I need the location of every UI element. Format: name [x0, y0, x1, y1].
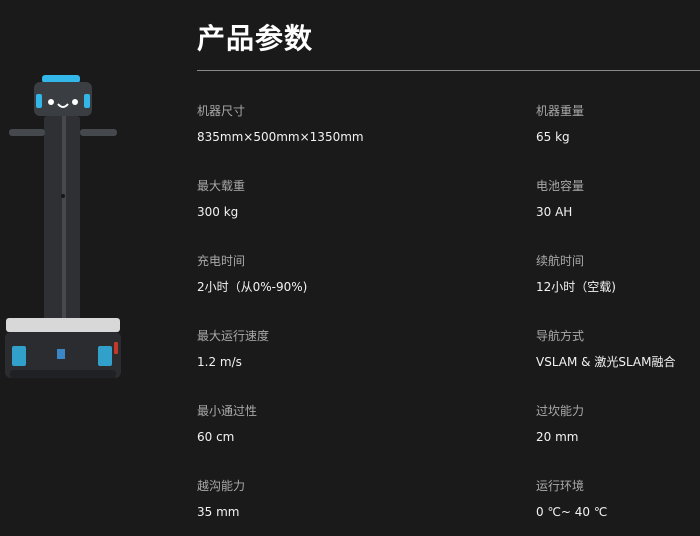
spec-item-max-speed: 最大运行速度 1.2 m/s [197, 329, 269, 369]
title-divider [197, 70, 700, 71]
spec-value: VSLAM & 激光SLAM融合 [536, 355, 676, 369]
spec-value: 0 ℃~ 40 ℃ [536, 505, 608, 519]
spec-item-min-passage: 最小通过性 60 cm [197, 404, 257, 444]
spec-item-navigation: 导航方式 VSLAM & 激光SLAM融合 [536, 329, 675, 369]
spec-item-endurance: 续航时间 12小时（空载) [536, 254, 616, 294]
left-eye [48, 99, 54, 105]
spec-item-gap-crossing: 越沟能力 35 mm [197, 479, 245, 519]
head-light [42, 75, 80, 83]
spec-value: 300 kg [197, 205, 239, 219]
spec-value: 35 mm [197, 505, 240, 519]
spec-value: 60 cm [197, 430, 235, 444]
right-handle [80, 129, 117, 136]
spec-item-operating-environment: 运行环境 0 ℃~ 40 ℃ [536, 479, 607, 519]
spec-label: 过坎能力 [536, 404, 585, 418]
left-handle [9, 129, 45, 136]
spec-label: 越沟能力 [197, 479, 246, 493]
spec-label: 导航方式 [536, 329, 585, 343]
spec-label: 充电时间 [197, 254, 246, 268]
spec-label: 最大载重 [197, 179, 246, 193]
spec-value: 20 mm [536, 430, 579, 444]
spec-label: 最小通过性 [197, 404, 258, 418]
spec-value: 2小时（从0%-90%) [197, 280, 308, 294]
spec-value: 12小时（空载) [536, 280, 616, 294]
spec-label: 电池容量 [536, 179, 585, 193]
spec-value: 1.2 m/s [197, 355, 242, 369]
spec-item-charging-time: 充电时间 2小时（从0%-90%) [197, 254, 307, 294]
spec-value: 30 AH [536, 205, 573, 219]
spec-item-machine-size: 机器尺寸 835mm×500mm×1350mm [197, 104, 364, 144]
robot-tray [6, 318, 120, 332]
spec-item-threshold-climb: 过坎能力 20 mm [536, 404, 584, 444]
spec-label: 运行环境 [536, 479, 585, 493]
spec-item-battery-capacity: 电池容量 30 AH [536, 179, 584, 219]
spec-label: 最大运行速度 [197, 329, 270, 343]
spec-item-max-load: 最大载重 300 kg [197, 179, 245, 219]
spec-value: 65 kg [536, 130, 570, 144]
spec-label: 机器尺寸 [197, 104, 246, 118]
right-eye [72, 99, 78, 105]
spec-item-machine-weight: 机器重量 65 kg [536, 104, 584, 144]
robot-head [34, 82, 92, 116]
spec-label: 机器重量 [536, 104, 585, 118]
spec-value: 835mm×500mm×1350mm [197, 130, 364, 144]
spec-label: 续航时间 [536, 254, 585, 268]
robot-image [5, 75, 121, 378]
right-ear-light [84, 94, 90, 108]
page-title: 产品参数 [197, 22, 314, 55]
left-ear-light [36, 94, 42, 108]
